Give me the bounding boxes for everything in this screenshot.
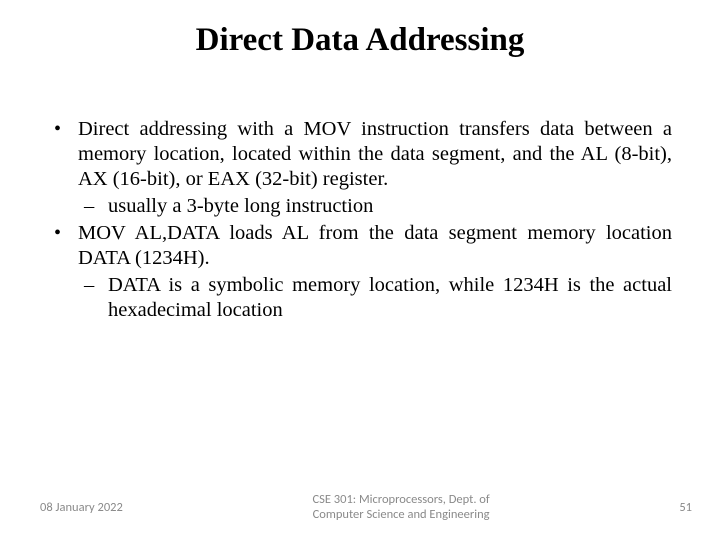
sub-bullet-item: DATA is a symbolic memory location, whil… [78, 273, 672, 323]
bullet-text: Direct addressing with a MOV instruction… [78, 118, 672, 190]
footer-date: 08 January 2022 [40, 500, 123, 515]
bullet-item: MOV AL,DATA loads AL from the data segme… [48, 221, 672, 323]
footer-course-line2: Computer Science and Engineering [312, 507, 489, 522]
sub-bullet-list: usually a 3-byte long instruction [78, 194, 672, 219]
slide-title: Direct Data Addressing [48, 22, 672, 59]
slide: Direct Data Addressing Direct addressing… [0, 0, 720, 540]
sub-bullet-item: usually a 3-byte long instruction [78, 194, 672, 219]
bullet-list: Direct addressing with a MOV instruction… [48, 117, 672, 323]
sub-bullet-text: DATA is a symbolic memory location, whil… [108, 274, 672, 321]
footer-course-line1: CSE 301: Microprocessors, Dept. of [312, 492, 489, 507]
footer-page-number: 51 [679, 500, 692, 515]
bullet-text: MOV AL,DATA loads AL from the data segme… [78, 222, 672, 269]
footer-course: CSE 301: Microprocessors, Dept. of Compu… [312, 492, 489, 522]
slide-content: Direct addressing with a MOV instruction… [48, 117, 672, 323]
sub-bullet-list: DATA is a symbolic memory location, whil… [78, 273, 672, 323]
bullet-item: Direct addressing with a MOV instruction… [48, 117, 672, 219]
sub-bullet-text: usually a 3-byte long instruction [108, 195, 373, 217]
slide-footer: 08 January 2022 CSE 301: Microprocessors… [0, 492, 720, 522]
